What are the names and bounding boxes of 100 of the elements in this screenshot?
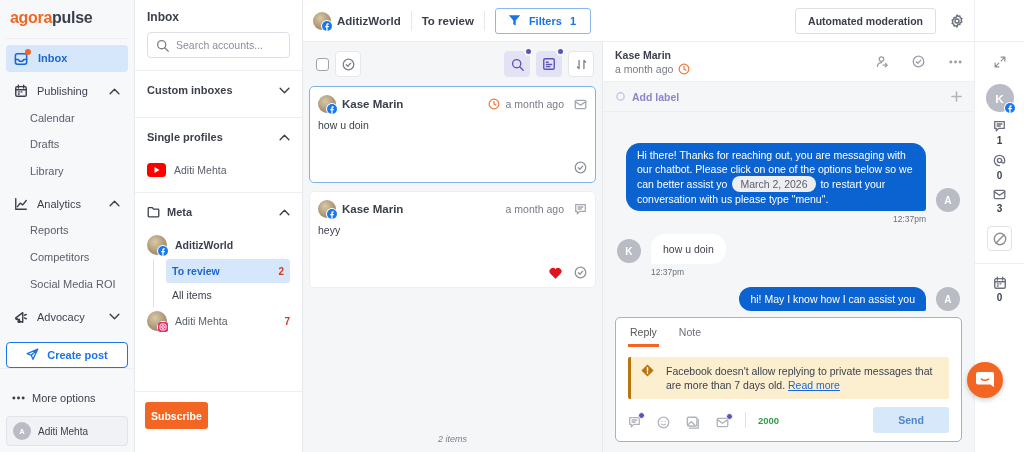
author-name: Kase Marin [342,98,405,110]
profile-item[interactable]: Aditi Mehta [147,156,290,184]
read-more-link[interactable]: Read more [788,379,840,391]
block-button[interactable] [987,226,1012,251]
message-time: 12:37pm [892,214,926,224]
more-options-link[interactable]: More options [0,367,134,410]
select-all-checkbox[interactable] [316,57,329,71]
warning-message: Facebook doesn't allow replying to private messages that are more than 7 days old. Read more [666,364,934,392]
search-icon [156,39,169,52]
chevron-down-icon[interactable] [279,86,290,94]
timestamp: a month ago [615,62,674,75]
saved-reply-icon[interactable] [628,412,645,428]
check-circle-icon [341,57,355,71]
calendar-icon [14,84,28,99]
inbox-view-item[interactable]: To review 2 [166,259,290,283]
view-options-button[interactable] [536,51,562,77]
section-title: Meta [167,206,194,218]
heart-icon[interactable] [549,266,562,279]
nav-item[interactable]: Analytics [6,190,128,218]
panel-title: Inbox [146,9,180,26]
nav-item[interactable]: Advocacy [6,303,128,330]
comment-icon [993,120,1006,132]
contact-name: Kase Marin [615,48,672,61]
timestamp: a month ago [505,203,564,215]
notification-dot [524,47,533,56]
check-circle-icon[interactable] [574,266,587,279]
message-card[interactable]: Kase Marin a month ago how u doin [309,86,596,183]
author-name: Kase Marin [342,203,405,215]
sender-avatar: A [936,188,960,212]
section-title: Single profiles [147,131,224,143]
mark-done-button[interactable] [335,51,361,77]
composer-tab[interactable]: Note [676,318,704,347]
sort-icon [574,57,588,71]
profile-item[interactable]: AditizWorld [147,231,290,259]
nav-subitem[interactable]: Competitors [30,243,90,271]
nav-subitem[interactable]: Drafts [30,131,60,158]
filter-icon [507,14,521,27]
inbox-icon [14,50,29,66]
check-circle-icon[interactable] [912,55,925,68]
search-icon [510,57,524,71]
chevron-up-icon[interactable] [109,200,120,208]
instagram-icon [157,321,169,333]
date-separator: March 2, 2026 [732,176,816,192]
facebook-icon [326,103,338,115]
sender-avatar: A [936,287,960,311]
search-field[interactable]: Search accounts... [147,32,290,58]
assign-user-icon[interactable] [875,55,888,68]
chevron-down-icon[interactable] [109,313,120,321]
stat-count: 1 [996,135,1003,146]
more-icon [12,396,25,400]
chart-icon [14,196,28,211]
stat-count: 0 [996,292,1003,303]
expand-icon[interactable] [993,56,1006,68]
chat-launcher-button[interactable] [967,362,1003,398]
facebook-icon [157,245,169,257]
chevron-up-icon[interactable] [279,208,290,216]
template-icon[interactable] [716,412,733,428]
contact-avatar: K [985,84,1014,112]
sort-button[interactable] [568,51,594,77]
message-card[interactable]: Kase Marin a month ago heyy [309,191,596,288]
chevron-up-icon[interactable] [279,133,290,141]
create-post-button[interactable]: Create post [6,341,128,368]
label-icon [615,91,626,102]
envelope-icon [993,189,1006,200]
facebook-icon [326,208,338,220]
message-bubble: how u doin [651,234,726,264]
document-icon [542,57,556,71]
check-circle-icon[interactable] [574,161,587,174]
filters-button[interactable]: Filters 1 [494,7,591,34]
nav-subitem[interactable]: Reports [30,217,69,244]
message-preview: how u doin [318,119,369,131]
section-title: Custom inboxes [147,84,234,96]
sender-avatar: K [617,239,641,263]
profile-item[interactable]: Aditi Mehta 7 [147,307,290,335]
nav-item[interactable]: Inbox [6,45,128,72]
block-icon [992,231,1007,246]
search-button[interactable] [504,51,530,77]
send-icon [26,348,40,362]
message-bubble: Hi there! Thanks for reaching out, you are messaging with our chatbot. Please click on one of the options below so we can better assist yo March 2, 2026 to restart your conversation with us please type "menu". [626,143,926,211]
nav-subitem[interactable]: Calendar [30,104,75,132]
stat-count: 0 [996,170,1003,181]
megaphone-icon [14,309,28,324]
calendar-icon[interactable] [992,276,1007,290]
message-bubble: hi! May I know how I can assist you [739,287,926,311]
chat-icon [975,371,995,389]
nav-item[interactable]: Publishing [6,77,128,105]
more-icon[interactable] [949,59,962,64]
nav-subitem[interactable]: Library [30,157,64,185]
timestamp: a month ago [505,98,564,110]
warning-icon [641,364,654,377]
message-time: 12:37pm [651,267,686,277]
stat-count: 3 [996,203,1003,214]
automated-moderation-button[interactable]: Automated moderation [795,7,936,34]
composer-tab[interactable]: Reply [628,318,659,347]
settings-icon[interactable] [950,13,964,28]
chevron-up-icon[interactable] [109,87,120,95]
nav-subitem[interactable]: Social Media ROI [30,270,116,298]
character-count: 2000 [758,414,781,426]
inbox-view-item[interactable]: All items [166,283,290,307]
view-name: To review [411,10,485,31]
